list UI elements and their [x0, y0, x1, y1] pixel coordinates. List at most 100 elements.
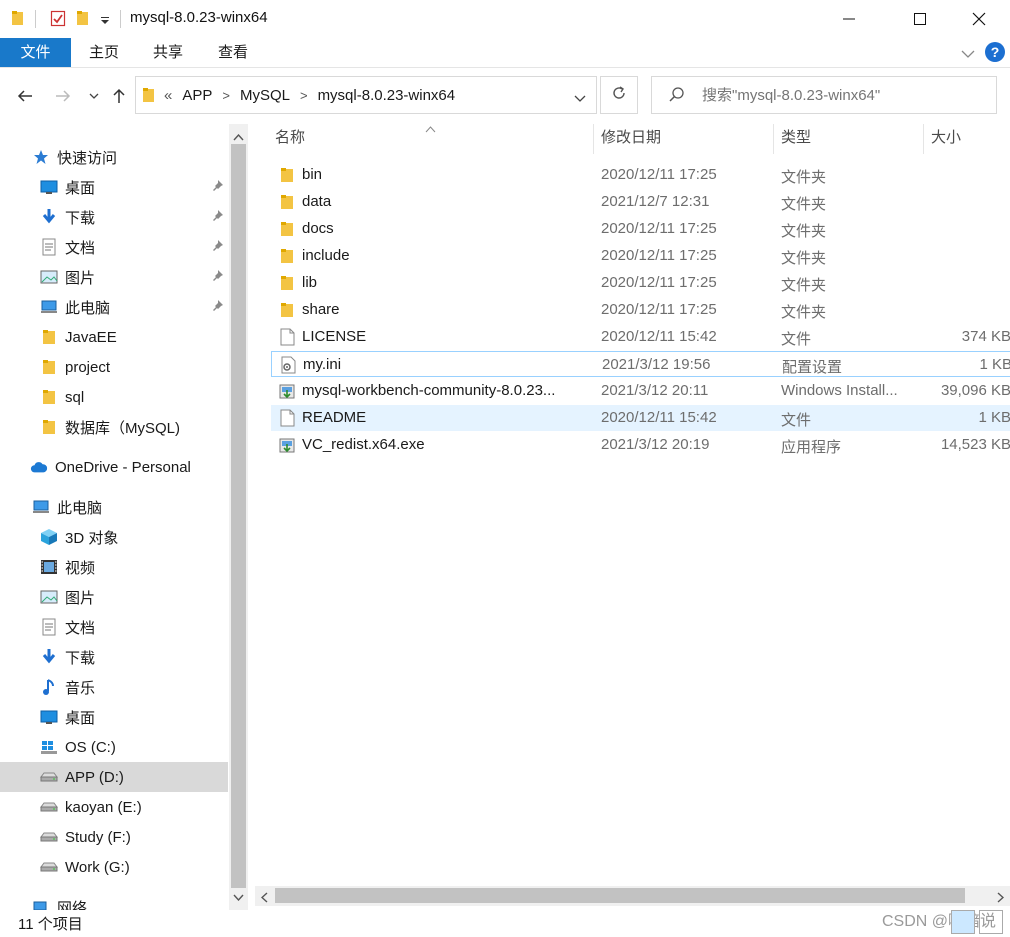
- file-row[interactable]: bin 2020/12/11 17:25 文件夹: [271, 162, 1010, 188]
- sidebar-item-label: kaoyan (E:): [65, 798, 142, 816]
- sidebar-item[interactable]: 3D 对象: [0, 522, 228, 552]
- back-arrow-icon[interactable]: [13, 84, 37, 108]
- scroll-thumb[interactable]: [275, 888, 965, 903]
- horizontal-scrollbar[interactable]: [255, 886, 1010, 906]
- file-date: 2020/12/11 15:42: [601, 328, 717, 345]
- download-icon: [40, 208, 58, 226]
- file-row[interactable]: lib 2020/12/11 17:25 文件夹: [271, 270, 1010, 296]
- details-view-button[interactable]: [951, 910, 975, 934]
- maximize-button[interactable]: [897, 0, 943, 38]
- file-row[interactable]: README 2020/12/11 15:42 文件 1 KB: [271, 405, 1010, 431]
- search-input[interactable]: [702, 86, 982, 104]
- column-header-size[interactable]: 大小: [931, 124, 961, 151]
- file-row[interactable]: share 2020/12/11 17:25 文件夹: [271, 297, 1010, 323]
- sidebar-item[interactable]: 网络: [0, 892, 228, 910]
- sidebar-item[interactable]: Study (F:): [0, 822, 228, 852]
- sidebar-item[interactable]: 桌面: [0, 172, 228, 202]
- folder-icon: [40, 388, 58, 406]
- navigation-pane-scrollbar[interactable]: [229, 124, 248, 910]
- file-row[interactable]: docs 2020/12/11 17:25 文件夹: [271, 216, 1010, 242]
- breadcrumb-mysql[interactable]: MySQL: [240, 87, 290, 104]
- sidebar-item[interactable]: OS (C:): [0, 732, 228, 762]
- breadcrumb-separator-icon[interactable]: >: [300, 88, 308, 103]
- pin-icon[interactable]: [210, 179, 224, 197]
- file-row[interactable]: include 2020/12/11 17:25 文件夹: [271, 243, 1010, 269]
- file-row[interactable]: LICENSE 2020/12/11 15:42 文件 374 KB: [271, 324, 1010, 350]
- up-arrow-icon[interactable]: [107, 84, 131, 108]
- sidebar-item[interactable]: kaoyan (E:): [0, 792, 228, 822]
- pin-icon[interactable]: [210, 239, 224, 257]
- sidebar-item[interactable]: 音乐: [0, 672, 228, 702]
- forward-arrow-icon[interactable]: [51, 84, 75, 108]
- file-date: 2021/3/12 20:19: [601, 436, 710, 453]
- refresh-button[interactable]: [600, 76, 638, 114]
- scroll-up-icon[interactable]: [233, 128, 244, 145]
- help-icon[interactable]: ?: [985, 42, 1005, 62]
- file-row[interactable]: data 2021/12/7 12:31 文件夹: [271, 189, 1010, 215]
- sidebar-item[interactable]: 图片: [0, 582, 228, 612]
- file-type: 文件: [781, 331, 812, 348]
- sidebar-item[interactable]: OneDrive - Personal: [0, 452, 228, 482]
- file-type: 文件夹: [781, 169, 827, 186]
- sidebar-item[interactable]: project: [0, 352, 228, 382]
- tab-view[interactable]: 查看: [218, 38, 248, 67]
- sidebar-item[interactable]: JavaEE: [0, 322, 228, 352]
- sidebar-item[interactable]: 文档: [0, 232, 228, 262]
- sidebar-item[interactable]: Work (G:): [0, 852, 228, 882]
- scroll-left-icon[interactable]: [260, 890, 268, 907]
- properties-checkmark-icon[interactable]: [50, 10, 66, 31]
- pin-icon[interactable]: [210, 299, 224, 317]
- close-button[interactable]: [956, 0, 1002, 38]
- breadcrumb-overflow[interactable]: «: [164, 87, 172, 104]
- file-row[interactable]: my.ini 2021/3/12 19:56 配置设置 1 KB: [271, 351, 1010, 377]
- sidebar-item[interactable]: 数据库（MySQL): [0, 412, 228, 442]
- sidebar-item[interactable]: 桌面: [0, 702, 228, 732]
- file-row[interactable]: VC_redist.x64.exe 2021/3/12 20:19 应用程序 14,5…: [271, 432, 1010, 458]
- sidebar-item[interactable]: 下载: [0, 202, 228, 232]
- search-box[interactable]: [651, 76, 997, 114]
- computer-icon: [40, 298, 58, 316]
- sidebar-item[interactable]: APP (D:): [0, 762, 228, 792]
- file-type: Windows Install...: [781, 382, 898, 399]
- sidebar-item[interactable]: 视频: [0, 552, 228, 582]
- tab-file[interactable]: 文件: [0, 38, 71, 67]
- column-header-name[interactable]: 名称: [275, 124, 305, 151]
- breadcrumb-app[interactable]: APP: [182, 87, 212, 104]
- sidebar-item[interactable]: 此电脑: [0, 492, 228, 522]
- large-icons-view-button[interactable]: [979, 910, 1003, 934]
- sidebar-item[interactable]: 此电脑: [0, 292, 228, 322]
- new-folder-icon[interactable]: [76, 10, 90, 30]
- sidebar-item-label: 数据库（MySQL): [65, 419, 181, 437]
- expand-ribbon-chevron-icon[interactable]: [961, 46, 975, 63]
- column-header-date[interactable]: 修改日期: [601, 124, 661, 151]
- scroll-right-icon[interactable]: [997, 890, 1005, 907]
- navigation-bar: « APP > MySQL > mysql-8.0.23-winx64: [0, 68, 1010, 124]
- customize-toolbar-icon[interactable]: [100, 13, 110, 30]
- sidebar-item[interactable]: 图片: [0, 262, 228, 292]
- folder-icon[interactable]: [11, 10, 25, 30]
- refresh-icon: [611, 85, 627, 105]
- tab-share[interactable]: 共享: [153, 38, 183, 67]
- address-bar[interactable]: « APP > MySQL > mysql-8.0.23-winx64: [135, 76, 597, 114]
- address-history-chevron-icon[interactable]: [574, 90, 586, 107]
- recent-locations-chevron-icon[interactable]: [82, 84, 106, 108]
- minimize-button[interactable]: [826, 0, 872, 38]
- sidebar-item[interactable]: 文档: [0, 612, 228, 642]
- sidebar-item[interactable]: 下载: [0, 642, 228, 672]
- sidebar-item[interactable]: sql: [0, 382, 228, 412]
- sidebar-item[interactable]: 快速访问: [0, 142, 228, 172]
- column-header-type[interactable]: 类型: [781, 124, 811, 151]
- pin-icon[interactable]: [210, 269, 224, 287]
- breadcrumb-separator-icon[interactable]: >: [222, 88, 230, 103]
- breadcrumb-current[interactable]: mysql-8.0.23-winx64: [318, 87, 456, 104]
- sidebar-item-label: 此电脑: [57, 499, 103, 517]
- scroll-thumb[interactable]: [231, 144, 246, 888]
- sidebar-item-label: 图片: [65, 589, 96, 607]
- scroll-down-icon[interactable]: [233, 888, 244, 905]
- pin-icon[interactable]: [210, 209, 224, 227]
- file-row[interactable]: mysql-workbench-community-8.0.23... 2021/…: [271, 378, 1010, 404]
- tab-home[interactable]: 主页: [89, 38, 119, 67]
- file-name: bin: [302, 166, 323, 183]
- file-date: 2020/12/11 17:25: [601, 274, 717, 291]
- folder-icon: [278, 247, 296, 265]
